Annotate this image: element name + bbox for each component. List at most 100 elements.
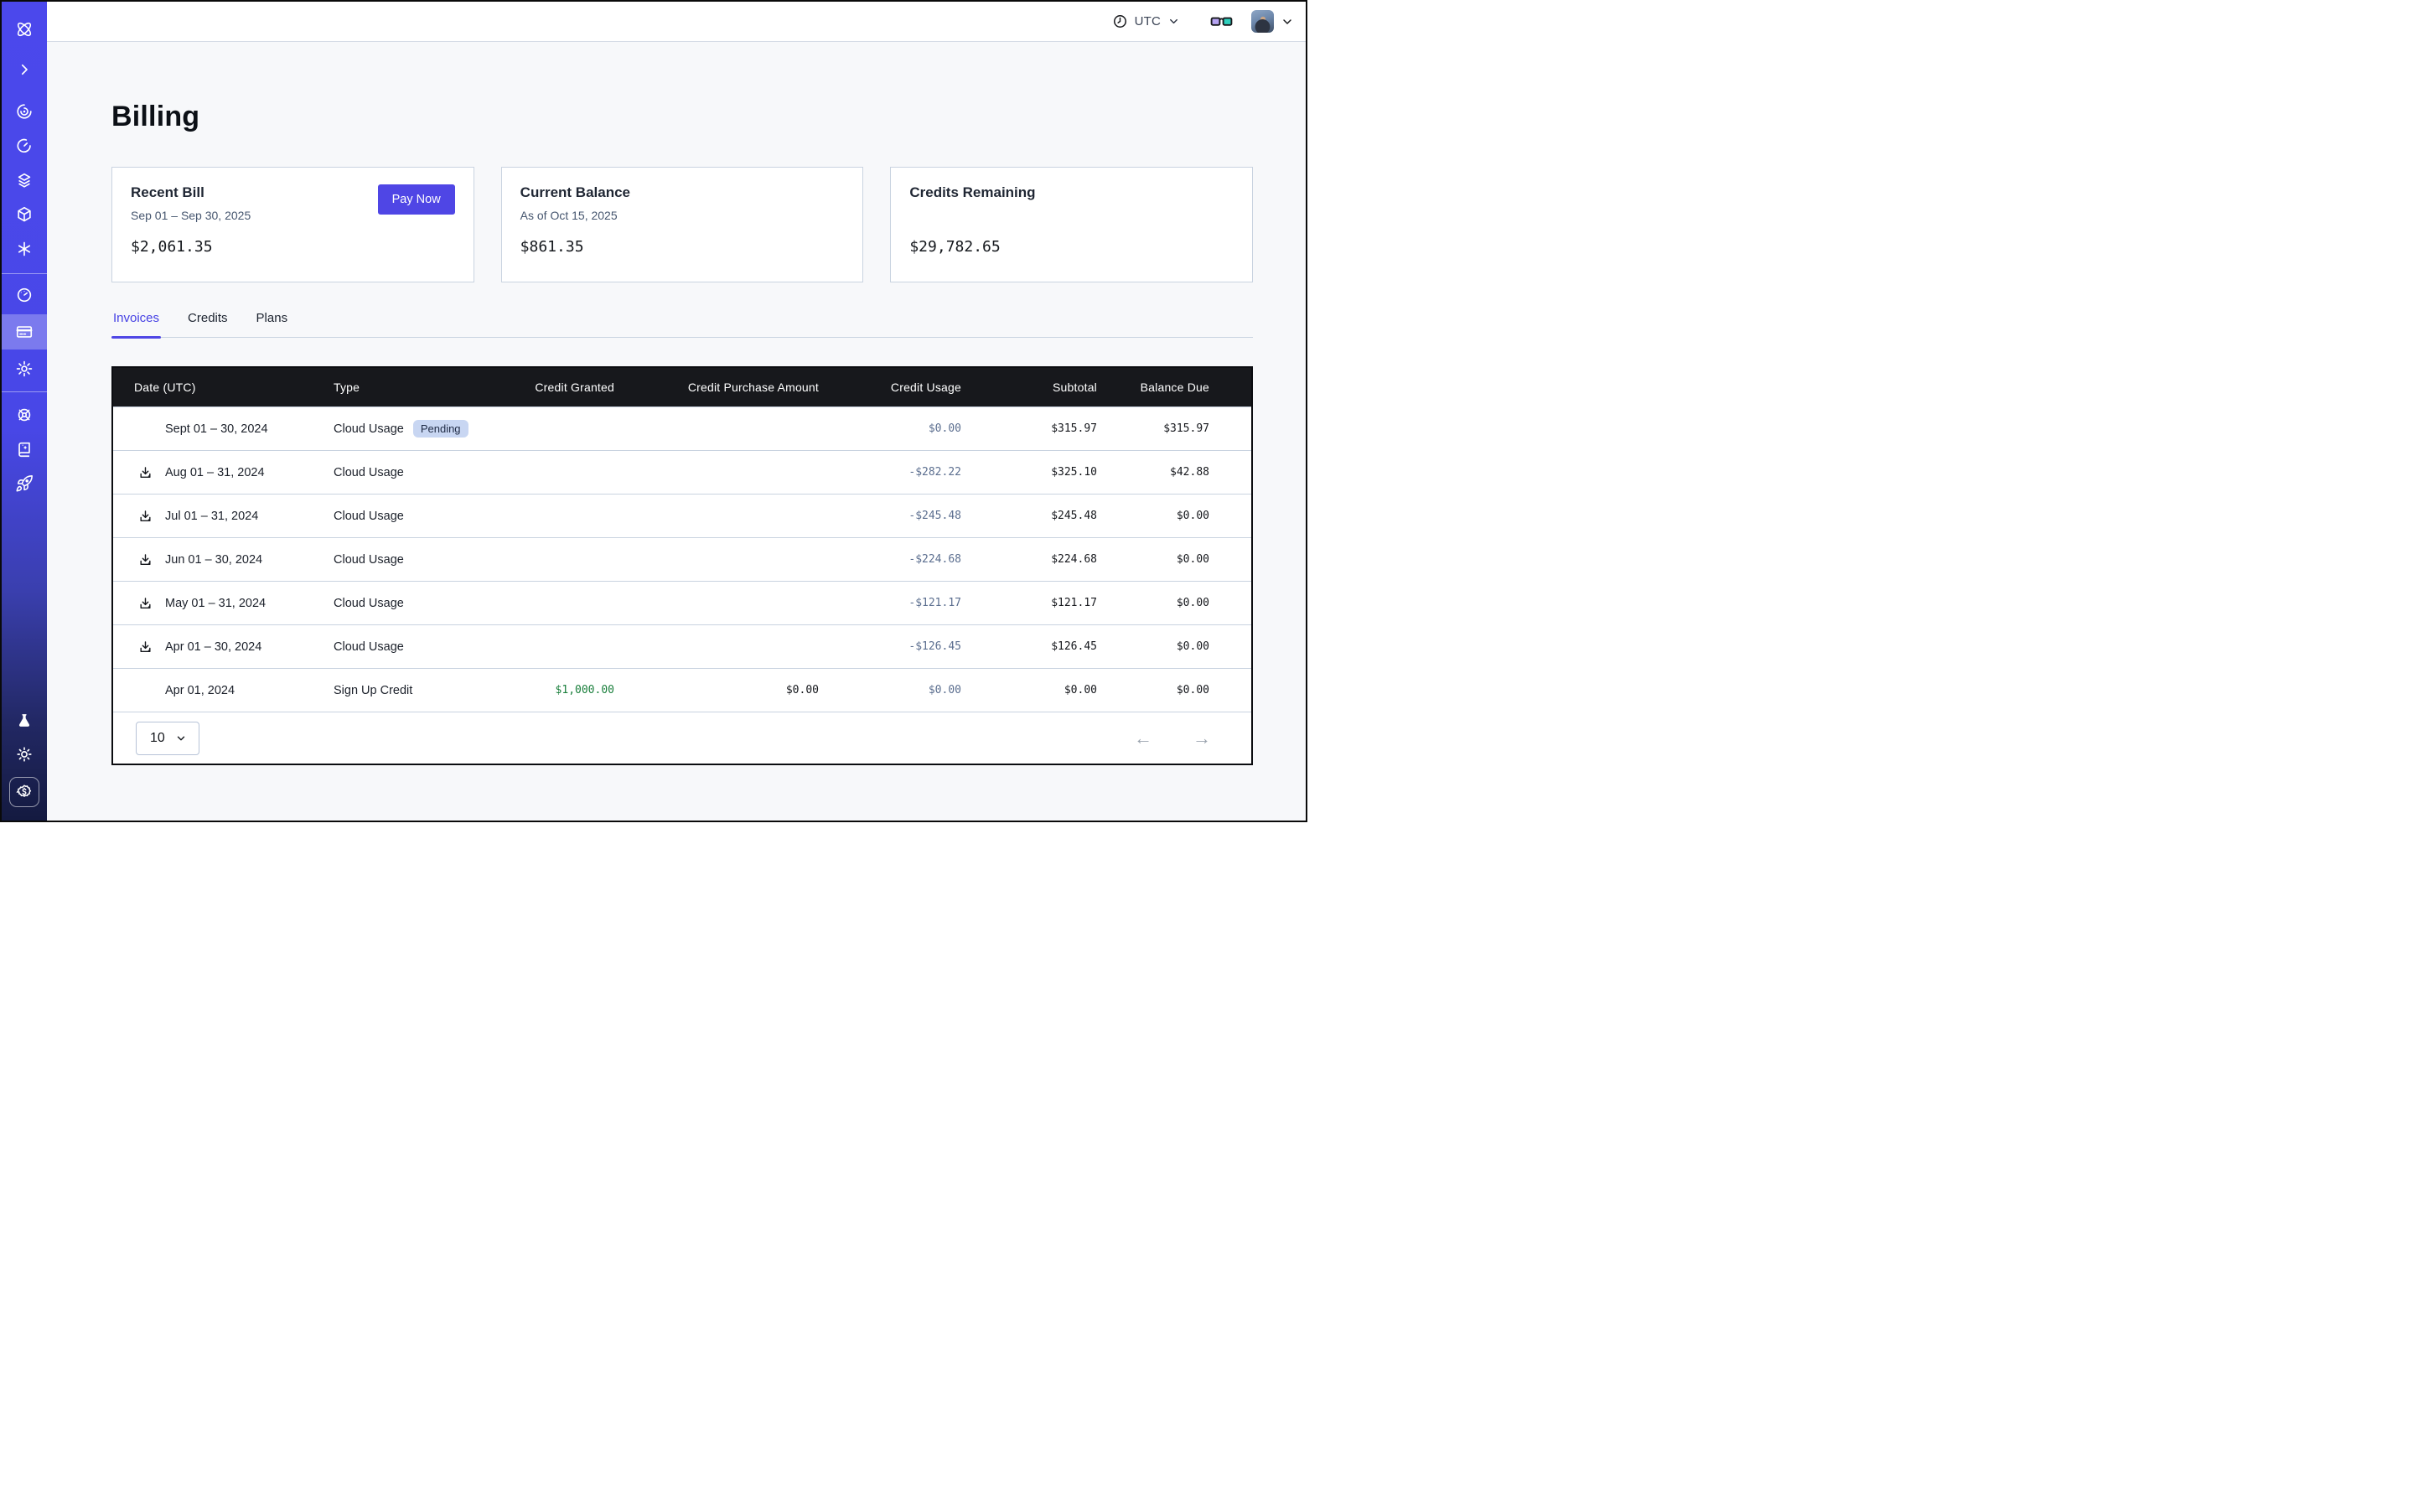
balance-due-value: $0.00 [1097,640,1251,653]
app-window: UTC Billing Recent Bill Sep 01 – Sep 30,… [0,0,1307,822]
invoice-date-cell: Aug 01 – 31, 2024 [113,466,334,479]
card-subtitle: As of Oct 15, 2025 [520,209,845,225]
asterisk-icon[interactable] [2,236,47,261]
topbar: UTC [47,2,1306,42]
invoice-date: May 01 – 31, 2024 [165,597,266,610]
col-credit-purchase: Credit Purchase Amount [614,381,819,394]
col-credit-usage: Credit Usage [819,381,961,394]
invoice-date-cell: Sept 01 – 30, 2024 [113,422,334,436]
invoice-date: Jul 01 – 31, 2024 [165,510,258,523]
subtotal-value: $121.17 [961,597,1097,609]
table-row: Apr 01, 2024 Sign Up Credit $1,000.00 $0… [113,668,1251,712]
credit-usage-value: -$245.48 [819,510,961,522]
credit-usage-value: $0.00 [819,422,961,435]
invoice-type-cell: Cloud Usage [334,640,486,654]
timezone-label: UTC [1135,14,1161,28]
credit-card-icon [15,323,34,341]
credit-usage-value: $0.00 [819,684,961,696]
sidebar-divider [2,273,47,274]
invoice-type: Cloud Usage [334,510,404,523]
helm-wheel-icon[interactable] [2,402,47,427]
credit-purchase-value: $0.00 [614,684,819,696]
invoice-date-cell: May 01 – 31, 2024 [113,597,334,610]
invoice-type: Cloud Usage [334,640,404,654]
page-title: Billing [111,101,1253,133]
subtotal-value: $0.00 [961,684,1097,696]
credit-granted-value: $1,000.00 [486,684,614,696]
table-row: Apr 01 – 30, 2024 Cloud Usage -$126.45 $… [113,624,1251,668]
tab-credits[interactable]: Credits [186,311,230,337]
previous-page-button[interactable]: ← [1131,726,1156,751]
download-invoice-button[interactable] [138,639,153,654]
invoice-type-cell: Cloud Usage [334,553,486,567]
clock-icon [1112,13,1128,29]
credit-usage-value: -$282.22 [819,466,961,479]
timezone-picker[interactable]: UTC [1112,13,1180,29]
col-type: Type [334,381,486,394]
card-amount: $861.35 [520,238,845,256]
recent-bill-card: Recent Bill Sep 01 – Sep 30, 2025 $2,061… [111,167,474,282]
balance-due-value: $0.00 [1097,510,1251,522]
credits-dollar-button[interactable] [9,777,39,807]
download-icon [138,509,153,523]
invoices-table: Date (UTC) Type Credit Granted Credit Pu… [111,366,1253,765]
invoice-type-cell: Cloud Usage [334,466,486,479]
balance-due-value: $0.00 [1097,553,1251,566]
chevron-down-icon [1281,15,1294,28]
col-balance-due: Balance Due [1097,381,1251,394]
timer-icon[interactable] [2,133,47,158]
theme-sun-icon[interactable] [2,742,47,767]
sidebar-divider [2,391,47,392]
dollar-badge-icon [15,783,34,801]
invoice-type-cell: Cloud Usage Pending [334,420,486,438]
subtotal-value: $245.48 [961,510,1097,522]
settings-gear-icon[interactable] [2,356,47,381]
col-credit-granted: Credit Granted [486,381,614,394]
tab-plans[interactable]: Plans [255,311,290,337]
balance-due-value: $315.97 [1097,422,1251,435]
tab-invoices[interactable]: Invoices [111,311,161,337]
download-icon [138,465,153,479]
reader-glasses-button[interactable] [1210,14,1233,29]
orbit-icon[interactable] [2,99,47,124]
account-menu-chevron[interactable] [1281,15,1294,28]
flask-icon[interactable] [2,708,47,733]
table-row: Aug 01 – 31, 2024 Cloud Usage -$282.22 $… [113,450,1251,494]
invoice-type: Cloud Usage [334,597,404,610]
next-page-button[interactable]: → [1189,726,1214,751]
invoice-type-cell: Cloud Usage [334,510,486,523]
logo-icon[interactable] [2,17,47,42]
download-invoice-button[interactable] [138,596,153,610]
user-avatar[interactable] [1251,10,1274,33]
card-subtitle [909,209,1234,225]
invoice-date: Apr 01, 2024 [165,684,235,697]
cube-icon[interactable] [2,202,47,227]
invoice-date-cell: Apr 01, 2024 [113,684,334,697]
status-badge: Pending [413,420,468,438]
table-row: Jul 01 – 31, 2024 Cloud Usage -$245.48 $… [113,494,1251,537]
sidebar-item-billing-active[interactable] [2,314,47,350]
sidebar [2,2,47,821]
download-invoice-button[interactable] [138,465,153,479]
expand-chevron-icon[interactable] [2,57,47,82]
subtotal-value: $315.97 [961,422,1097,435]
download-invoice-button[interactable] [138,509,153,523]
balance-due-value: $42.88 [1097,466,1251,479]
page-size-select[interactable]: 10 [136,722,199,755]
invoice-type: Cloud Usage [334,422,404,436]
balance-due-value: $0.00 [1097,684,1251,696]
download-icon [138,552,153,567]
invoice-date-cell: Apr 01 – 30, 2024 [113,640,334,654]
card-amount: $2,061.35 [131,238,455,256]
summary-cards: Recent Bill Sep 01 – Sep 30, 2025 $2,061… [111,167,1253,282]
invoice-date: Aug 01 – 31, 2024 [165,466,265,479]
subtotal-value: $224.68 [961,553,1097,566]
pay-now-button[interactable]: Pay Now [378,184,455,215]
layers-icon[interactable] [2,168,47,193]
download-invoice-button[interactable] [138,552,153,567]
subtotal-value: $325.10 [961,466,1097,479]
rocket-icon[interactable] [2,471,47,496]
guide-book-icon[interactable] [2,437,47,462]
gauge-icon[interactable] [2,282,47,308]
invoice-type-cell: Cloud Usage [334,597,486,610]
